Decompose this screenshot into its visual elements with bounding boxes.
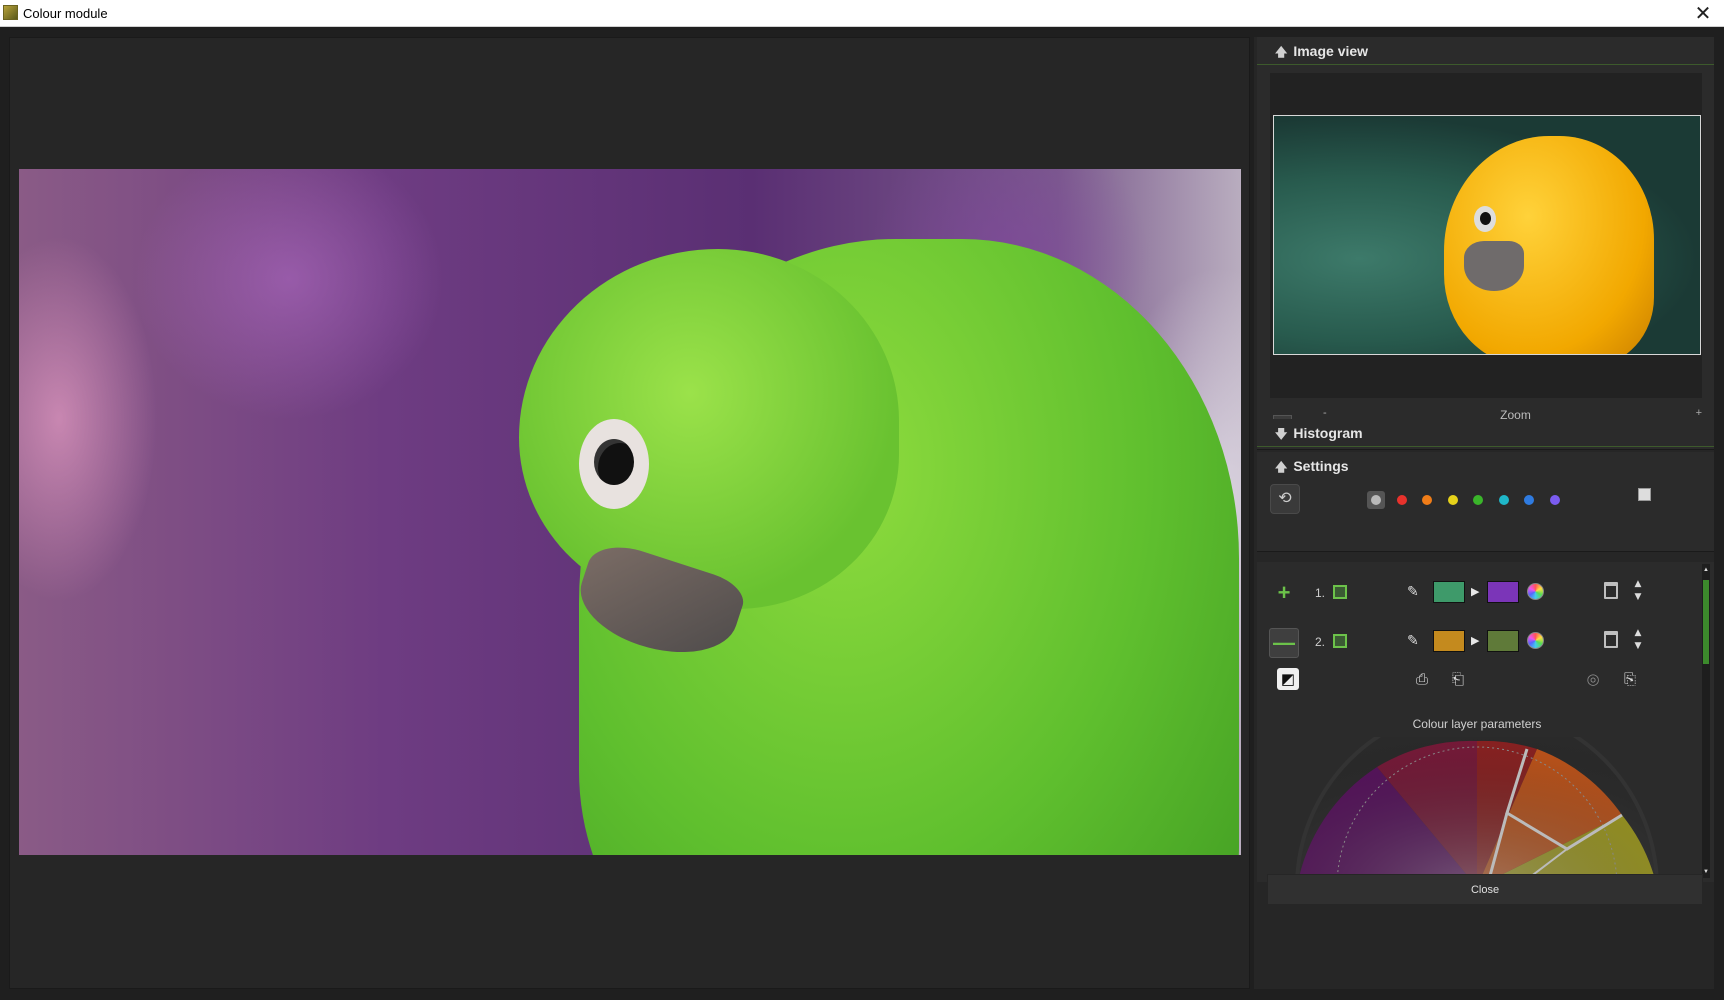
layer-visibility-checkbox[interactable] — [1333, 634, 1347, 648]
colour-wheel-icon[interactable] — [1527, 583, 1544, 600]
image-viewer[interactable] — [9, 37, 1250, 989]
image-view-header[interactable]: 🡅 Image view — [1257, 37, 1714, 65]
swatch-violet[interactable] — [1546, 491, 1564, 509]
app-icon — [3, 5, 18, 20]
add-layer-button[interactable]: + — [1269, 579, 1299, 609]
parrot-head — [519, 249, 899, 609]
swatch-dot-green — [1473, 495, 1483, 505]
delete-layer-icon[interactable] — [1604, 631, 1618, 648]
zoom-plus-label: + — [1695, 407, 1702, 419]
original-thumbnail[interactable] — [1273, 115, 1701, 355]
move-up-icon[interactable]: ▲ — [1632, 627, 1644, 640]
scroll-up-icon[interactable]: ▲ — [1702, 564, 1710, 576]
move-down-icon[interactable]: ▼ — [1632, 640, 1644, 653]
colour-wheel-icon[interactable] — [1527, 632, 1544, 649]
thumb-beak — [1464, 241, 1524, 291]
layer-tools-row: ◩ ⎙ ⎗ ◎ ⎘ — [1257, 662, 1697, 698]
image-view-panel: 🡅Image view 1:1 - Zoom + — [1257, 37, 1714, 442]
eyedropper-icon[interactable]: ✎ — [1407, 584, 1419, 600]
import-settings-icon[interactable]: ⎗ — [1447, 668, 1469, 690]
swatch-yellow[interactable] — [1444, 491, 1462, 509]
layer-number: 1. — [1315, 586, 1326, 600]
settings-header[interactable]: 🡅 Settings — [1257, 452, 1714, 480]
colour-layers: + 1. ✎ ▶ ▲ ▼ — 2. ✎ ▶ ▲ ▼ ◩ ⎙ ⎗ ◎ ⎘ Colo… — [1257, 562, 1714, 882]
layer-order-arrows[interactable]: ▲ ▼ — [1632, 578, 1644, 604]
scroll-down-icon[interactable]: ▼ — [1702, 866, 1710, 878]
paste-settings-icon[interactable]: ⎘ — [1619, 668, 1641, 690]
snapshot-icon[interactable]: ◎ — [1582, 668, 1604, 690]
move-up-icon[interactable]: ▲ — [1632, 578, 1644, 591]
arrow-right-icon: ▶ — [1471, 585, 1480, 598]
export-settings-icon[interactable]: ⎙ — [1411, 668, 1433, 690]
hue-wheel-editor[interactable] — [1277, 737, 1677, 882]
close-button[interactable]: Close — [1267, 874, 1703, 905]
colour-layer-1[interactable]: + 1. ✎ ▶ ▲ ▼ — [1257, 572, 1697, 616]
swatch-dot-red — [1396, 495, 1407, 505]
delete-layer-icon[interactable] — [1604, 582, 1618, 599]
scrollbar-thumb[interactable] — [1703, 580, 1709, 664]
layer-visibility-checkbox[interactable] — [1333, 585, 1347, 599]
layer-order-arrows[interactable]: ▲ ▼ — [1632, 627, 1644, 653]
histogram-header[interactable]: 🡇 Histogram — [1257, 419, 1714, 447]
expand-arrow-icon: 🡇 — [1275, 427, 1288, 441]
compare-toggle-icon[interactable] — [1638, 488, 1658, 508]
thumbnail-well — [1270, 73, 1702, 398]
collapse-arrow-icon: 🡅 — [1275, 45, 1288, 59]
layer-number: 2. — [1315, 635, 1326, 649]
layers-scrollbar[interactable]: ▲ ▼ — [1702, 564, 1710, 878]
eyedropper-icon[interactable]: ✎ — [1407, 633, 1419, 649]
move-down-icon[interactable]: ▼ — [1632, 591, 1644, 604]
collapse-layer-button[interactable]: — — [1269, 628, 1299, 658]
swatch-blue[interactable] — [1520, 491, 1538, 509]
swatch-dot-violet — [1549, 495, 1560, 505]
parrot-eye — [594, 439, 634, 485]
main-image[interactable] — [19, 169, 1241, 855]
swatch-dot-cyan — [1498, 495, 1509, 505]
swatch-dot-orange — [1422, 495, 1432, 505]
target-colour-swatch[interactable] — [1487, 630, 1519, 652]
settings-title: Settings — [1293, 458, 1349, 474]
title-bar: Colour module ✕ — [0, 0, 1724, 27]
swatch-green[interactable] — [1469, 491, 1487, 509]
target-colour-swatch[interactable] — [1487, 581, 1519, 603]
image-view-title: Image view — [1293, 43, 1369, 59]
source-colour-swatch[interactable] — [1433, 630, 1465, 652]
collapse-arrow-icon: 🡅 — [1275, 460, 1288, 474]
source-colour-swatch[interactable] — [1433, 581, 1465, 603]
swatch-red[interactable] — [1393, 491, 1411, 509]
reset-colours-button[interactable]: ⟲ — [1270, 484, 1300, 514]
mask-icon[interactable]: ◩ — [1277, 668, 1299, 690]
histogram-panel: 🡇 Histogram — [1257, 419, 1714, 450]
thumb-eye — [1480, 212, 1491, 225]
colour-layer-parameters-title: Colour layer parameters — [1412, 717, 1542, 731]
settings-panel: 🡅 Settings ⟲ — [1257, 452, 1714, 552]
swatch-orange[interactable] — [1418, 491, 1436, 509]
swatch-dot-yellow — [1447, 495, 1458, 505]
hue-wheel-svg[interactable] — [1277, 737, 1677, 882]
swatch-grey[interactable] — [1367, 491, 1385, 509]
swatch-dot-blue — [1524, 495, 1534, 505]
workspace: 🡅Image view 1:1 - Zoom + — [0, 27, 1724, 1000]
histogram-title: Histogram — [1293, 425, 1363, 441]
window-title: Colour module — [23, 6, 108, 21]
colour-layer-2[interactable]: — 2. ✎ ▶ ▲ ▼ — [1257, 621, 1697, 665]
side-panel: 🡅Image view 1:1 - Zoom + — [1254, 37, 1714, 989]
window-close-button[interactable]: ✕ — [1690, 1, 1716, 25]
swatch-cyan[interactable] — [1495, 491, 1513, 509]
arrow-right-icon: ▶ — [1471, 634, 1480, 647]
swatch-dot-grey — [1371, 495, 1381, 505]
settings-toolbar: ⟲ — [1257, 482, 1714, 522]
